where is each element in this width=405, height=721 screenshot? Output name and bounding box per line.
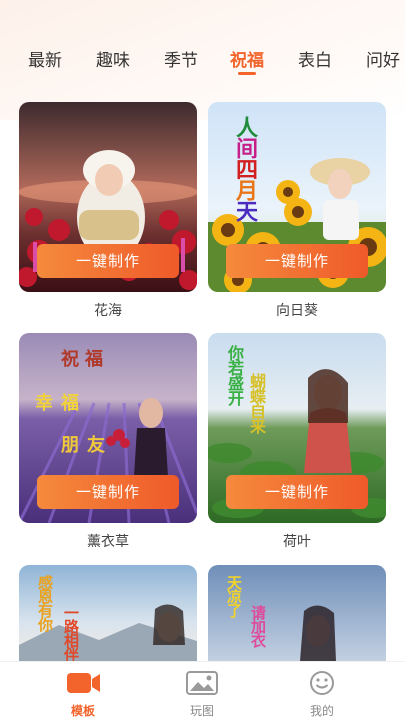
poster-text-cold: 天凉了 bbox=[225, 575, 243, 617]
poster-text-bloom: 你若盛开 bbox=[225, 345, 244, 405]
template-title: 花海 bbox=[94, 303, 122, 319]
template-thumbnail: 天凉了 请加衣 bbox=[208, 565, 386, 661]
template-card-gratitude[interactable]: 感恩有你 一路相伴 bbox=[19, 565, 197, 661]
tab-fun[interactable]: 趣味 bbox=[96, 46, 130, 71]
bottom-navigation: 模板 玩图 我的 bbox=[0, 661, 405, 721]
poster-text-happiness: 幸福 bbox=[35, 393, 87, 414]
template-card-weather[interactable]: 天凉了 请加衣 bbox=[208, 565, 386, 661]
template-card-sunflower[interactable]: 人间四月天 一键制作 向日葵 bbox=[208, 102, 386, 320]
tab-season[interactable]: 季节 bbox=[164, 46, 198, 71]
image-icon bbox=[186, 671, 218, 695]
nav-templates[interactable]: 模板 bbox=[43, 670, 123, 719]
template-thumbnail: 一键制作 bbox=[19, 102, 197, 292]
poster-text-friend: 朋友 bbox=[61, 435, 113, 456]
template-thumbnail: 你若盛开 蝴蝶自来 一键制作 bbox=[208, 333, 386, 523]
one-click-make-button[interactable]: 一键制作 bbox=[226, 475, 368, 509]
one-click-make-button[interactable]: 一键制作 bbox=[37, 475, 179, 509]
one-click-make-button[interactable]: 一键制作 bbox=[37, 244, 179, 278]
template-title: 荷叶 bbox=[283, 534, 311, 550]
one-click-make-button[interactable]: 一键制作 bbox=[226, 244, 368, 278]
tab-greeting[interactable]: 问好 bbox=[366, 46, 400, 71]
template-card-lavender[interactable]: 祝福 幸福 朋友 一键制作 薰衣草 bbox=[19, 333, 197, 551]
template-title: 向日葵 bbox=[276, 303, 318, 319]
video-camera-icon bbox=[67, 673, 100, 693]
poster-text-renjian: 人间四月天 bbox=[232, 116, 258, 221]
template-title: 薰衣草 bbox=[87, 534, 129, 550]
nav-label: 模板 bbox=[70, 704, 95, 718]
nav-label: 玩图 bbox=[189, 704, 214, 718]
template-card-lotus-leaf[interactable]: 你若盛开 蝴蝶自来 一键制作 荷叶 bbox=[208, 333, 386, 551]
poster-text-add-clothes: 请加衣 bbox=[249, 605, 267, 647]
poster-text-butterfly: 蝴蝶自来 bbox=[247, 373, 266, 433]
smiley-face-icon bbox=[310, 671, 334, 695]
nav-mine[interactable]: 我的 bbox=[282, 670, 362, 719]
poster-text-journey: 一路相伴 bbox=[62, 605, 80, 661]
active-tab-indicator bbox=[238, 72, 256, 75]
template-thumbnail: 人间四月天 一键制作 bbox=[208, 102, 386, 292]
nav-label: 我的 bbox=[309, 704, 334, 718]
nav-play-image[interactable]: 玩图 bbox=[162, 670, 242, 719]
template-card-flower-sea[interactable]: 一键制作 花海 bbox=[19, 102, 197, 320]
tab-latest[interactable]: 最新 bbox=[28, 46, 62, 71]
tab-confession[interactable]: 表白 bbox=[298, 46, 332, 71]
tab-blessing[interactable]: 祝福 bbox=[230, 46, 264, 75]
poster-text-gratitude: 感恩有你 bbox=[36, 575, 54, 631]
template-thumbnail: 祝福 幸福 朋友 一键制作 bbox=[19, 333, 197, 523]
poster-text-blessing: 祝福 bbox=[61, 349, 109, 370]
template-thumbnail: 感恩有你 一路相伴 bbox=[19, 565, 197, 661]
category-tabs: 最新 趣味 季节 祝福 表白 问好 bbox=[0, 46, 405, 86]
